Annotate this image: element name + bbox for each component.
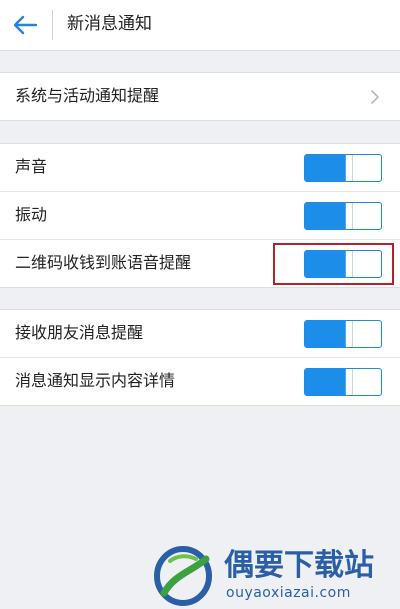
watermark: 偶要下载站 ouyaoxiazai.com: [152, 545, 392, 607]
row-label: 接收朋友消息提醒: [15, 323, 144, 342]
friend-message-toggle[interactable]: [304, 320, 382, 348]
toggle-fill: [305, 321, 349, 347]
top-bar: 新消息通知: [0, 0, 400, 51]
message-detail-row: 消息通知显示内容详情: [0, 358, 400, 405]
vibration-toggle[interactable]: [304, 202, 382, 230]
toggle-fill: [305, 369, 349, 395]
row-label: 系统与活动通知提醒: [15, 86, 160, 105]
sound-toggle[interactable]: [304, 154, 382, 182]
watermark-title: 偶要下载站: [224, 548, 374, 583]
sound-row: 声音: [0, 144, 400, 192]
arrow-left-icon[interactable]: [12, 13, 38, 37]
row-label: 声音: [15, 157, 48, 176]
friend-message-group: 接收朋友消息提醒 消息通知显示内容详情: [0, 309, 400, 406]
toggle-fill: [305, 203, 349, 229]
toggle-knob: [345, 155, 353, 181]
message-detail-toggle[interactable]: [304, 368, 382, 396]
vibration-row: 振动: [0, 192, 400, 240]
toggle-fill: [305, 155, 349, 181]
system-activity-notification-row[interactable]: 系统与活动通知提醒: [0, 73, 400, 120]
highlight-box: [273, 243, 394, 285]
header-divider: [52, 10, 53, 40]
page-title: 新消息通知: [67, 14, 152, 34]
row-label: 二维码收钱到账语音提醒: [15, 253, 192, 272]
system-notice-group: 系统与活动通知提醒: [0, 72, 400, 121]
chevron-right-icon: [371, 90, 379, 104]
row-label: 消息通知显示内容详情: [15, 371, 176, 390]
row-label: 振动: [15, 205, 48, 224]
toggle-knob: [345, 203, 353, 229]
watermark-url: ouyaoxiazai.com: [226, 585, 351, 601]
toggle-knob: [345, 321, 353, 347]
toggle-knob: [345, 369, 353, 395]
site-logo-icon: [154, 546, 212, 606]
friend-message-row: 接收朋友消息提醒: [0, 310, 400, 358]
